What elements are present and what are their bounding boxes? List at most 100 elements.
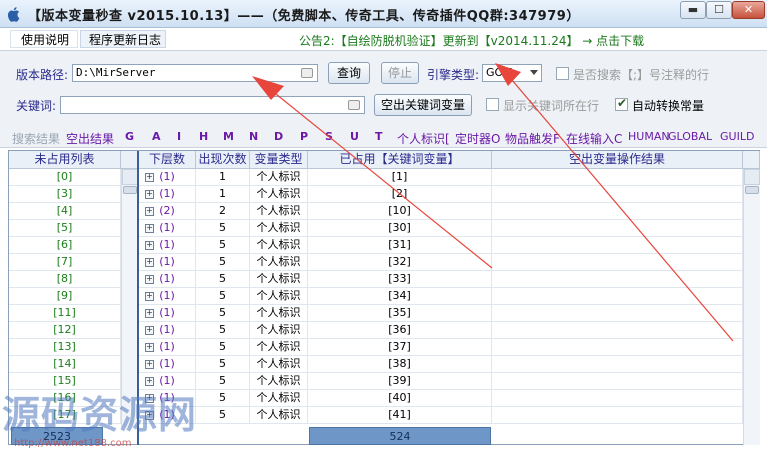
expand-icon[interactable]: + [145, 173, 154, 182]
cell-type: 个人标识 [250, 390, 308, 407]
filter-human[interactable]: HUMAN [628, 130, 670, 143]
expand-icon[interactable]: + [145, 275, 154, 284]
filter-p[interactable]: P [300, 130, 308, 143]
cell-type: 个人标识 [250, 169, 308, 186]
filter-h[interactable]: H [199, 130, 208, 143]
query-button[interactable]: 查询 [328, 62, 370, 84]
expand-icon[interactable]: + [145, 343, 154, 352]
cell-result [492, 305, 743, 322]
scroll-up-icon[interactable] [122, 169, 138, 185]
keyword-dropdown-icon[interactable] [348, 100, 360, 110]
col-type[interactable]: 变量类型 [250, 151, 308, 169]
filter-i[interactable]: I [177, 130, 181, 143]
expand-icon[interactable]: + [145, 258, 154, 267]
scroll-up-icon[interactable] [744, 169, 760, 185]
scroll-thumb[interactable] [123, 186, 137, 194]
close-button[interactable]: ✕ [732, 1, 765, 19]
menu-update-log[interactable]: 程序更新日志 [80, 30, 166, 48]
minimize-button[interactable]: ▬ [680, 1, 706, 19]
notice-link[interactable]: 公告2:【自绘防脱机验证】更新到【v2014.11.24】 → 点击下载 [299, 32, 644, 49]
cell-used-var: [31] [308, 237, 492, 254]
cell-level: + (2) [139, 203, 196, 220]
auto-convert-checkbox[interactable] [615, 96, 628, 111]
col-result[interactable]: 空出变量操作结果 [492, 151, 743, 169]
apple-icon [7, 7, 20, 22]
cell-result [492, 186, 743, 203]
filter-n[interactable]: N [249, 130, 258, 143]
list-item[interactable]: [13] [9, 339, 121, 356]
list-item[interactable]: [11] [9, 305, 121, 322]
keyword-input[interactable] [60, 96, 365, 114]
level-text: (1) [159, 289, 175, 302]
filter-item-trigger[interactable]: 物品触发F [505, 130, 560, 147]
expand-icon[interactable]: + [145, 224, 154, 233]
filter-timer[interactable]: 定时器O [455, 130, 500, 147]
unused-list-header[interactable]: 未占用列表 [9, 151, 121, 169]
cell-result [492, 356, 743, 373]
empty-keyword-button[interactable]: 空出关键词变量 [374, 94, 472, 116]
path-label: 版本路径: [16, 68, 69, 82]
filter-global[interactable]: GLOBAL [668, 130, 712, 143]
list-item[interactable]: [4] [9, 203, 121, 220]
engine-select[interactable]: GOM [482, 64, 542, 82]
show-keyword-lines-checkbox[interactable] [486, 98, 499, 111]
filter-online-input[interactable]: 在线输入C [566, 130, 622, 147]
cell-count: 5 [196, 356, 250, 373]
menu-bar: 使用说明 程序更新日志 公告2:【自绘防脱机验证】更新到【v2014.11.24… [0, 28, 767, 50]
filter-u[interactable]: U [350, 130, 359, 143]
list-item[interactable]: [0] [9, 169, 121, 186]
expand-icon[interactable]: + [145, 326, 154, 335]
cell-level: + (1) [139, 288, 196, 305]
cell-count: 5 [196, 390, 250, 407]
cell-used-var: [30] [308, 220, 492, 237]
col-level[interactable]: 下层数 [139, 151, 196, 169]
chevron-down-icon [530, 70, 538, 75]
filter-m[interactable]: M [223, 130, 234, 143]
cell-level: + (1) [139, 169, 196, 186]
expand-icon[interactable]: + [145, 190, 154, 199]
level-text: (1) [159, 323, 175, 336]
list-item[interactable]: [9] [9, 288, 121, 305]
col-used-var[interactable]: 已占用【关键词变量】 [308, 151, 492, 169]
expand-icon[interactable]: + [145, 241, 154, 250]
cell-used-var: [36] [308, 322, 492, 339]
filter-empty-result[interactable]: 空出结果 [66, 130, 114, 147]
unused-list-scroll-header [121, 151, 138, 169]
cell-count: 5 [196, 288, 250, 305]
filter-s[interactable]: S [325, 130, 333, 143]
list-item[interactable]: [8] [9, 271, 121, 288]
used-table-scrollbar[interactable] [743, 169, 760, 445]
level-text: (1) [159, 340, 175, 353]
scroll-thumb[interactable] [745, 186, 759, 194]
list-item[interactable]: [6] [9, 237, 121, 254]
filter-d[interactable]: D [274, 130, 283, 143]
search-comment-checkbox[interactable] [556, 67, 569, 80]
cell-result [492, 407, 743, 424]
cell-type: 个人标识 [250, 407, 308, 424]
filter-t[interactable]: T [375, 130, 383, 143]
filter-personal-flag[interactable]: 个人标识[ [397, 130, 450, 147]
list-item[interactable]: [5] [9, 220, 121, 237]
list-item[interactable]: [3] [9, 186, 121, 203]
menu-help[interactable]: 使用说明 [10, 30, 78, 48]
level-text: (1) [159, 170, 175, 183]
expand-icon[interactable]: + [145, 292, 154, 301]
level-text: (1) [159, 272, 175, 285]
list-item[interactable]: [14] [9, 356, 121, 373]
cell-type: 个人标识 [250, 322, 308, 339]
filter-g[interactable]: G [125, 130, 134, 143]
expand-icon[interactable]: + [145, 309, 154, 318]
path-input[interactable]: D:\MirServer [72, 64, 318, 82]
col-count[interactable]: 出现次数 [196, 151, 250, 169]
list-item[interactable]: [12] [9, 322, 121, 339]
cell-type: 个人标识 [250, 356, 308, 373]
cell-result [492, 288, 743, 305]
path-browse-icon[interactable] [301, 68, 313, 78]
filter-a[interactable]: A [152, 130, 161, 143]
list-item[interactable]: [7] [9, 254, 121, 271]
expand-icon[interactable]: + [145, 360, 154, 369]
filter-guild[interactable]: GUILD [720, 130, 754, 143]
stop-button[interactable]: 停止 [381, 62, 419, 84]
maximize-button[interactable]: ☐ [706, 1, 732, 19]
expand-icon[interactable]: + [145, 207, 154, 216]
